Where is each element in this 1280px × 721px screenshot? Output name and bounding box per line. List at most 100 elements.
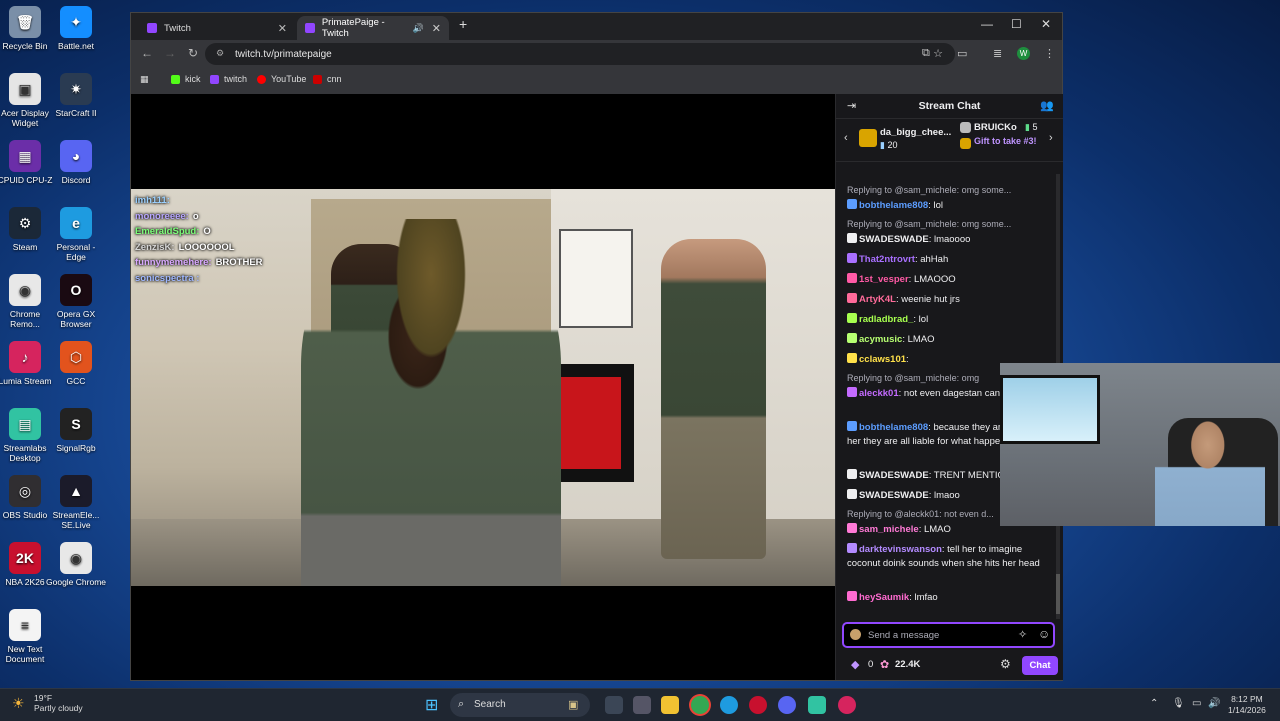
desktop-icon[interactable]: ◕ Discord bbox=[46, 140, 106, 185]
apps-grid-icon[interactable]: ▦ bbox=[140, 74, 149, 85]
chat-message-text: lol bbox=[918, 314, 929, 325]
chat-message[interactable]: heySaumik: lmfao bbox=[847, 591, 1052, 605]
task-view-icon[interactable] bbox=[605, 696, 623, 714]
desktop-icon[interactable]: ▲ StreamEle... SE.Live bbox=[46, 475, 106, 530]
menu-kebab-icon[interactable]: ⋮ bbox=[1044, 47, 1055, 60]
chat-message[interactable]: radladbrad_: lol bbox=[847, 313, 1052, 327]
back-icon[interactable]: ← bbox=[141, 46, 153, 60]
desktop-icon[interactable]: ≡ New Text Document bbox=[0, 609, 55, 664]
desktop-icon[interactable]: ⬡ GCC bbox=[46, 341, 106, 386]
bookmark-kick[interactable]: kick bbox=[171, 74, 201, 84]
maximize-icon[interactable]: ☐ bbox=[1011, 17, 1022, 31]
stream-video[interactable]: imh111: monoreeee: o EmeraldSpud: O ZenzisK: L… bbox=[131, 189, 835, 586]
send-chat-button[interactable]: Chat bbox=[1022, 656, 1058, 675]
chrome-taskbar-icon[interactable] bbox=[691, 696, 709, 714]
weather-icon[interactable]: ☀ bbox=[12, 695, 25, 712]
gift-cta-link[interactable]: Gift to take #3! bbox=[974, 136, 1044, 146]
chat-username[interactable]: SWADESWADE bbox=[859, 234, 929, 245]
gifter-name[interactable]: BRUICKo bbox=[974, 122, 1017, 133]
forward-icon[interactable]: → bbox=[164, 46, 176, 60]
chevron-right-icon[interactable]: › bbox=[1049, 132, 1053, 144]
desktop-icon[interactable]: ◉ Google Chrome bbox=[46, 542, 106, 587]
desktop-icon[interactable]: ✦ Battle.net bbox=[46, 6, 106, 51]
chat-username[interactable]: SWADESWADE bbox=[859, 470, 929, 481]
tray-chevron-icon[interactable]: ⌃ bbox=[1150, 698, 1158, 709]
chat-username[interactable]: That2ntrovrt bbox=[859, 254, 915, 265]
tab-primatepaige[interactable]: PrimatePaige - Twitch 🔊 ✕ bbox=[297, 16, 449, 40]
edge-taskbar-icon[interactable] bbox=[720, 696, 738, 714]
windows-start-icon[interactable]: ⊞ bbox=[425, 695, 438, 715]
opera-taskbar-icon[interactable] bbox=[749, 696, 767, 714]
chat-username[interactable]: radladbrad_ bbox=[859, 314, 913, 325]
video-player[interactable]: imh111: monoreeee: o EmeraldSpud: O ZenzisK: L… bbox=[131, 94, 835, 680]
desktop-icon[interactable]: ✷ StarCraft II bbox=[46, 73, 106, 118]
desktop-icon[interactable]: S SignalRgb bbox=[46, 408, 106, 453]
chat-username[interactable]: darktevinswanson bbox=[859, 544, 942, 555]
reply-context[interactable]: Replying to @sam_michele: omg some... bbox=[847, 219, 1011, 229]
taskbar-clock[interactable]: 8:12 PM 1/14/2026 bbox=[1228, 694, 1266, 716]
reply-context[interactable]: Replying to @aleckk01: not even d... bbox=[847, 509, 994, 519]
chat-username[interactable]: acymusic bbox=[859, 334, 902, 345]
file-explorer-icon[interactable] bbox=[661, 696, 679, 714]
chat-message[interactable]: 1st_vesper: LMAOOO bbox=[847, 273, 1052, 287]
chevron-left-icon[interactable]: ‹ bbox=[844, 132, 848, 144]
speaker-icon[interactable]: 🔊 bbox=[413, 23, 424, 34]
microphone-icon[interactable]: 🎙 bbox=[1172, 698, 1185, 709]
chat-username[interactable]: bobthelame808 bbox=[859, 422, 928, 433]
site-info-icon[interactable]: ⚙ bbox=[216, 48, 226, 58]
chat-username[interactable]: cclaws101 bbox=[859, 354, 906, 365]
chat-settings-gear-icon[interactable]: ⚙ bbox=[1000, 657, 1011, 671]
widgets-icon[interactable] bbox=[633, 696, 651, 714]
community-icon[interactable]: 👥 bbox=[1040, 99, 1054, 112]
chat-username[interactable]: 1st_vesper bbox=[859, 274, 909, 285]
tab-twitch[interactable]: Twitch ✕ bbox=[139, 16, 295, 40]
chat-input[interactable]: Send a message ✧ ☺ bbox=[842, 622, 1055, 648]
sidepanel-icon[interactable]: ▭ bbox=[957, 47, 967, 60]
desktop-icon[interactable]: O Opera GX Browser bbox=[46, 274, 106, 329]
chat-message[interactable]: bobthelame808: lol bbox=[847, 199, 1052, 213]
chat-message[interactable]: SWADESWADE: lmaoooo bbox=[847, 233, 1052, 247]
network-icon[interactable]: ▭ bbox=[1192, 698, 1201, 709]
minimize-icon[interactable]: — bbox=[981, 17, 993, 31]
taskbar-search[interactable]: ⌕ Search ▣ bbox=[450, 693, 590, 717]
new-tab-button[interactable]: + bbox=[459, 16, 467, 32]
close-window-icon[interactable]: ✕ bbox=[1041, 17, 1051, 31]
bookmark-youtube[interactable]: YouTube bbox=[257, 74, 306, 84]
desktop-icon[interactable]: e Personal - Edge bbox=[46, 207, 106, 262]
chat-message[interactable]: That2ntrovrt: ahHah bbox=[847, 253, 1052, 267]
app-icon: S bbox=[60, 408, 92, 440]
reload-icon[interactable]: ↻ bbox=[188, 46, 198, 60]
chat-username[interactable]: bobthelame808 bbox=[859, 200, 928, 211]
bookmark-star-icon[interactable]: ☆ bbox=[933, 47, 943, 60]
chat-username[interactable]: sam_michele bbox=[859, 524, 919, 535]
sparkle-icon[interactable]: ✧ bbox=[1018, 628, 1027, 641]
search-label: Search bbox=[474, 699, 506, 710]
streamlabs-taskbar-icon[interactable] bbox=[808, 696, 826, 714]
bits-icon[interactable]: ◆ bbox=[851, 658, 859, 671]
emoji-icon[interactable]: ☺ bbox=[1038, 627, 1050, 641]
bookmark-twitch[interactable]: twitch bbox=[210, 74, 247, 84]
close-tab-icon[interactable]: ✕ bbox=[278, 22, 287, 35]
discord-taskbar-icon[interactable] bbox=[778, 696, 796, 714]
channel-points-icon[interactable]: ✿ bbox=[880, 658, 889, 671]
reply-context[interactable]: Replying to @sam_michele: omg some... bbox=[847, 185, 1011, 195]
scrollbar-thumb[interactable] bbox=[1056, 574, 1060, 614]
chat-message[interactable]: darktevinswanson: tell her to imagine co… bbox=[847, 543, 1052, 571]
chat-username[interactable]: heySaumik bbox=[859, 592, 909, 603]
gifter-name[interactable]: da_bigg_chee... bbox=[880, 127, 951, 138]
volume-icon[interactable]: 🔊 bbox=[1208, 698, 1220, 709]
chat-username[interactable]: aleckk01 bbox=[859, 388, 899, 399]
media-icon[interactable]: ≣ bbox=[993, 47, 1002, 60]
lumia-taskbar-icon[interactable] bbox=[838, 696, 856, 714]
chat-message[interactable]: acymusic: LMAO bbox=[847, 333, 1052, 347]
chat-message[interactable]: ArtyK4L: weenie hut jrs bbox=[847, 293, 1052, 307]
address-bar[interactable]: ⚙ twitch.tv/primatepaige ☆ bbox=[205, 43, 955, 65]
chat-username[interactable]: SWADESWADE bbox=[859, 490, 929, 501]
close-tab-icon[interactable]: ✕ bbox=[432, 22, 441, 35]
chat-username[interactable]: ArtyK4L bbox=[859, 294, 896, 305]
profile-avatar[interactable]: W bbox=[1017, 47, 1030, 60]
extensions-icon[interactable]: ⧉ bbox=[922, 47, 930, 60]
reply-context[interactable]: Replying to @sam_michele: omg bbox=[847, 373, 979, 383]
bookmark-cnn[interactable]: cnn bbox=[313, 74, 342, 84]
weather-widget[interactable]: 19°F Partly cloudy bbox=[34, 693, 83, 713]
